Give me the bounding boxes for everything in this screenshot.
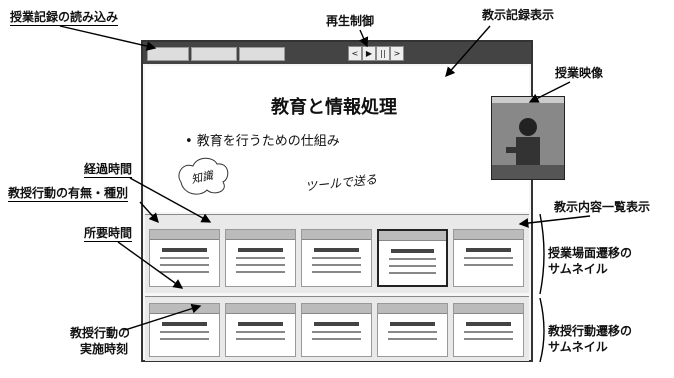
- arrow-elapsed-time: [129, 177, 212, 223]
- callout-arrows: [59, 25, 591, 363]
- arrow-teaching-action-type: [139, 201, 159, 224]
- arrow-teaching-action-time: [124, 303, 202, 331]
- arrow-load-record: [59, 25, 157, 51]
- arrow-required-time: [117, 241, 184, 289]
- arrow-record-display: [445, 25, 491, 78]
- brace-scene-thumbnails: [539, 213, 545, 295]
- arrow-content-list: [518, 215, 591, 228]
- brace-action-thumbnails: [539, 297, 545, 363]
- arrow-lecture-video: [528, 81, 571, 103]
- arrow-playback: [359, 29, 369, 48]
